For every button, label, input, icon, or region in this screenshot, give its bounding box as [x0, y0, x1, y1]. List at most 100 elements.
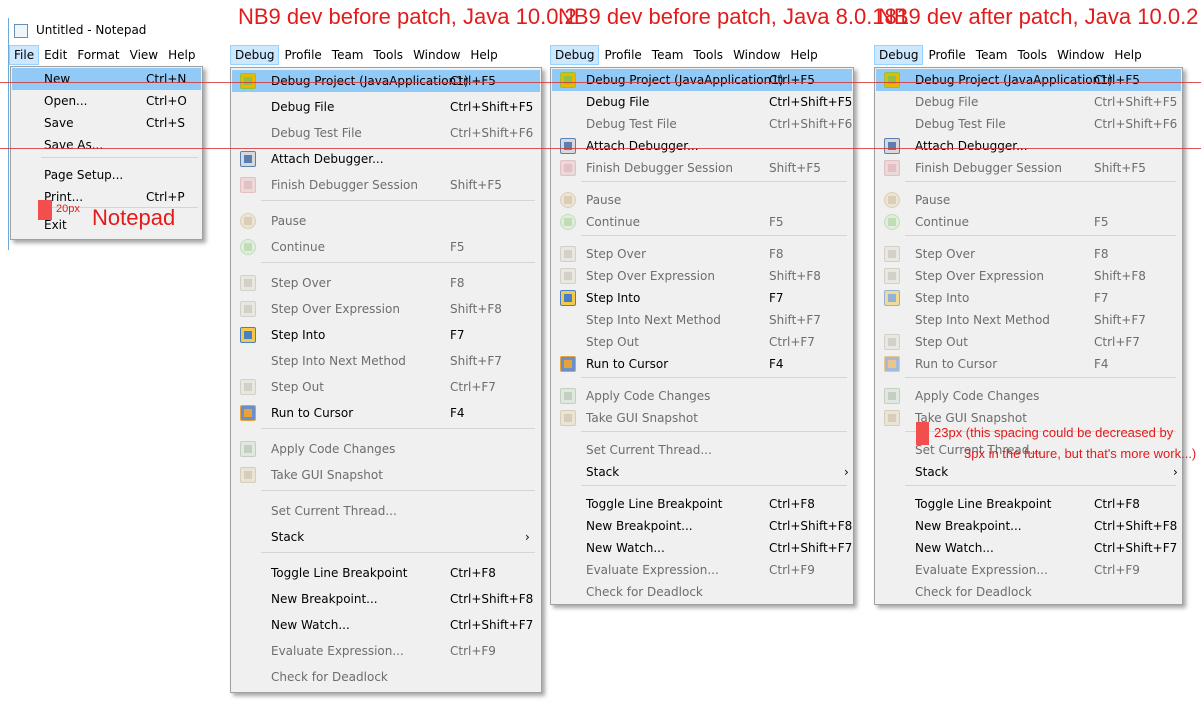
menu-item-continue[interactable]: Continue F5 [876, 211, 1181, 233]
menu-item-check-for-deadlock[interactable]: Check for Deadlock [876, 581, 1181, 603]
menu-item-new-breakpoint[interactable]: New Breakpoint... Ctrl+Shift+F8 [232, 588, 540, 610]
nb3-menu-window[interactable]: Window [1052, 45, 1109, 65]
nb3-menu-profile[interactable]: Profile [923, 45, 970, 65]
menu-item-pause[interactable]: Pause [232, 210, 540, 232]
menu-item-step-into[interactable]: Step Into F7 [552, 287, 852, 309]
nb2-menu-team[interactable]: Team [647, 45, 689, 65]
notepad-menu-item-page-setup[interactable]: Page Setup... [12, 164, 201, 186]
menu-item-debug-project-javaapplication1[interactable]: Debug Project (JavaApplication1) Ctrl+F5 [552, 69, 852, 91]
menu-item-apply-code-changes[interactable]: Apply Code Changes [232, 438, 540, 460]
nb2-menu-tools[interactable]: Tools [689, 45, 729, 65]
menu-item-step-over-expression[interactable]: Step Over Expression Shift+F8 [876, 265, 1181, 287]
menu-item-check-for-deadlock[interactable]: Check for Deadlock [232, 666, 540, 688]
notepad-menu-view[interactable]: View [125, 45, 163, 65]
nb3-menu-debug[interactable]: Debug [874, 45, 924, 65]
nb1-menu-debug[interactable]: Debug [230, 45, 280, 65]
menu-item-take-gui-snapshot[interactable]: Take GUI Snapshot [232, 464, 540, 486]
menu-item-step-out[interactable]: Step Out Ctrl+F7 [876, 331, 1181, 353]
nb2-menu-profile[interactable]: Profile [599, 45, 646, 65]
menu-item-evaluate-expression[interactable]: Evaluate Expression... Ctrl+F9 [232, 640, 540, 662]
menu-item-continue[interactable]: Continue F5 [232, 236, 540, 258]
menu-item-step-into[interactable]: Step Into F7 [876, 287, 1181, 309]
menu-item-stack[interactable]: Stack › [552, 461, 852, 483]
nb3-menu-help[interactable]: Help [1109, 45, 1146, 65]
menu-item-step-into-next-method[interactable]: Step Into Next Method Shift+F7 [876, 309, 1181, 331]
menu-item-new-breakpoint[interactable]: New Breakpoint... Ctrl+Shift+F8 [552, 515, 852, 537]
notepad-menu-edit[interactable]: Edit [39, 45, 72, 65]
menu-item-step-out[interactable]: Step Out Ctrl+F7 [232, 376, 540, 398]
nb2-menu-window[interactable]: Window [728, 45, 785, 65]
menu-item-debug-project-javaapplication1[interactable]: Debug Project (JavaApplication1) Ctrl+F5 [876, 69, 1181, 91]
menu-item-check-for-deadlock[interactable]: Check for Deadlock [552, 581, 852, 603]
menu-item-new-watch[interactable]: New Watch... Ctrl+Shift+F7 [876, 537, 1181, 559]
menu-item-run-to-cursor[interactable]: Run to Cursor F4 [876, 353, 1181, 375]
menu-item-set-current-thread[interactable]: Set Current Thread... [552, 439, 852, 461]
nb3-menu-team[interactable]: Team [971, 45, 1013, 65]
menu-item-new-watch[interactable]: New Watch... Ctrl+Shift+F7 [552, 537, 852, 559]
nb2-menu-help[interactable]: Help [785, 45, 822, 65]
menu-item-step-into-next-method[interactable]: Step Into Next Method Shift+F7 [232, 350, 540, 372]
menu-separator [905, 485, 1176, 486]
menu-item-debug-file[interactable]: Debug File Ctrl+Shift+F5 [232, 96, 540, 118]
menu-item-finish-debugger-session[interactable]: Finish Debugger Session Shift+F5 [876, 157, 1181, 179]
notepad-menu-item-save[interactable]: Save Ctrl+S [12, 112, 201, 134]
menu-item-label: Continue [586, 215, 640, 229]
menu-item-evaluate-expression[interactable]: Evaluate Expression... Ctrl+F9 [876, 559, 1181, 581]
gui-snapshot-icon [884, 410, 900, 426]
nb1-menu-profile[interactable]: Profile [279, 45, 326, 65]
menu-item-debug-file[interactable]: Debug File Ctrl+Shift+F5 [552, 91, 852, 113]
menu-item-set-current-thread[interactable]: Set Current Thread... [232, 500, 540, 522]
menu-item-run-to-cursor[interactable]: Run to Cursor F4 [232, 402, 540, 424]
menu-item-apply-code-changes[interactable]: Apply Code Changes [876, 385, 1181, 407]
menu-item-debug-test-file[interactable]: Debug Test File Ctrl+Shift+F6 [232, 122, 540, 144]
spacing-note-line1: 23px (this spacing could be decreased by [934, 425, 1174, 440]
menu-item-step-over[interactable]: Step Over F8 [876, 243, 1181, 265]
menu-item-shortcut: Ctrl+O [146, 94, 187, 108]
menu-item-toggle-line-breakpoint[interactable]: Toggle Line Breakpoint Ctrl+F8 [552, 493, 852, 515]
menu-item-stack[interactable]: Stack › [232, 526, 540, 548]
menu-item-toggle-line-breakpoint[interactable]: Toggle Line Breakpoint Ctrl+F8 [876, 493, 1181, 515]
nb1-menu-window[interactable]: Window [408, 45, 465, 65]
menu-item-finish-debugger-session[interactable]: Finish Debugger Session Shift+F5 [232, 174, 540, 196]
menu-item-step-over-expression[interactable]: Step Over Expression Shift+F8 [232, 298, 540, 320]
notepad-menu-item-new[interactable]: New Ctrl+N [12, 68, 201, 90]
menu-item-attach-debugger[interactable]: Attach Debugger... [232, 148, 540, 170]
menu-item-attach-debugger[interactable]: Attach Debugger... [552, 135, 852, 157]
notepad-menu-file[interactable]: File [9, 45, 40, 65]
nb2-menu-debug[interactable]: Debug [550, 45, 600, 65]
menu-item-apply-code-changes[interactable]: Apply Code Changes [552, 385, 852, 407]
menu-item-pause[interactable]: Pause [876, 189, 1181, 211]
menu-item-evaluate-expression[interactable]: Evaluate Expression... Ctrl+F9 [552, 559, 852, 581]
nb1-menu-tools[interactable]: Tools [369, 45, 409, 65]
step-out-icon [884, 334, 900, 350]
menu-item-new-breakpoint[interactable]: New Breakpoint... Ctrl+Shift+F8 [876, 515, 1181, 537]
menu-item-step-over[interactable]: Step Over F8 [552, 243, 852, 265]
notepad-menu-format[interactable]: Format [72, 45, 124, 65]
menu-item-pause[interactable]: Pause [552, 189, 852, 211]
menu-item-new-watch[interactable]: New Watch... Ctrl+Shift+F7 [232, 614, 540, 636]
menu-item-step-into[interactable]: Step Into F7 [232, 324, 540, 346]
menu-item-label: Run to Cursor [271, 406, 354, 420]
nb3-menu-tools[interactable]: Tools [1013, 45, 1053, 65]
menu-item-label: Apply Code Changes [915, 389, 1040, 403]
menu-item-step-into-next-method[interactable]: Step Into Next Method Shift+F7 [552, 309, 852, 331]
menu-item-step-over-expression[interactable]: Step Over Expression Shift+F8 [552, 265, 852, 287]
menu-item-run-to-cursor[interactable]: Run to Cursor F4 [552, 353, 852, 375]
notepad-menu-item-save-as[interactable]: Save As... [12, 134, 201, 156]
menu-item-step-out[interactable]: Step Out Ctrl+F7 [552, 331, 852, 353]
menu-item-debug-test-file[interactable]: Debug Test File Ctrl+Shift+F6 [876, 113, 1181, 135]
menu-item-debug-file[interactable]: Debug File Ctrl+Shift+F5 [876, 91, 1181, 113]
menu-item-debug-project-javaapplication1[interactable]: Debug Project (JavaApplication1) Ctrl+F5 [232, 70, 540, 92]
menu-item-step-over[interactable]: Step Over F8 [232, 272, 540, 294]
notepad-menu-item-open[interactable]: Open... Ctrl+O [12, 90, 201, 112]
menu-item-stack[interactable]: Stack › [876, 461, 1181, 483]
notepad-menu-help[interactable]: Help [163, 45, 200, 65]
menu-item-toggle-line-breakpoint[interactable]: Toggle Line Breakpoint Ctrl+F8 [232, 562, 540, 584]
menu-item-take-gui-snapshot[interactable]: Take GUI Snapshot [552, 407, 852, 429]
menu-item-attach-debugger[interactable]: Attach Debugger... [876, 135, 1181, 157]
menu-item-finish-debugger-session[interactable]: Finish Debugger Session Shift+F5 [552, 157, 852, 179]
menu-item-debug-test-file[interactable]: Debug Test File Ctrl+Shift+F6 [552, 113, 852, 135]
menu-item-continue[interactable]: Continue F5 [552, 211, 852, 233]
nb1-menu-help[interactable]: Help [465, 45, 502, 65]
nb1-menu-team[interactable]: Team [327, 45, 369, 65]
